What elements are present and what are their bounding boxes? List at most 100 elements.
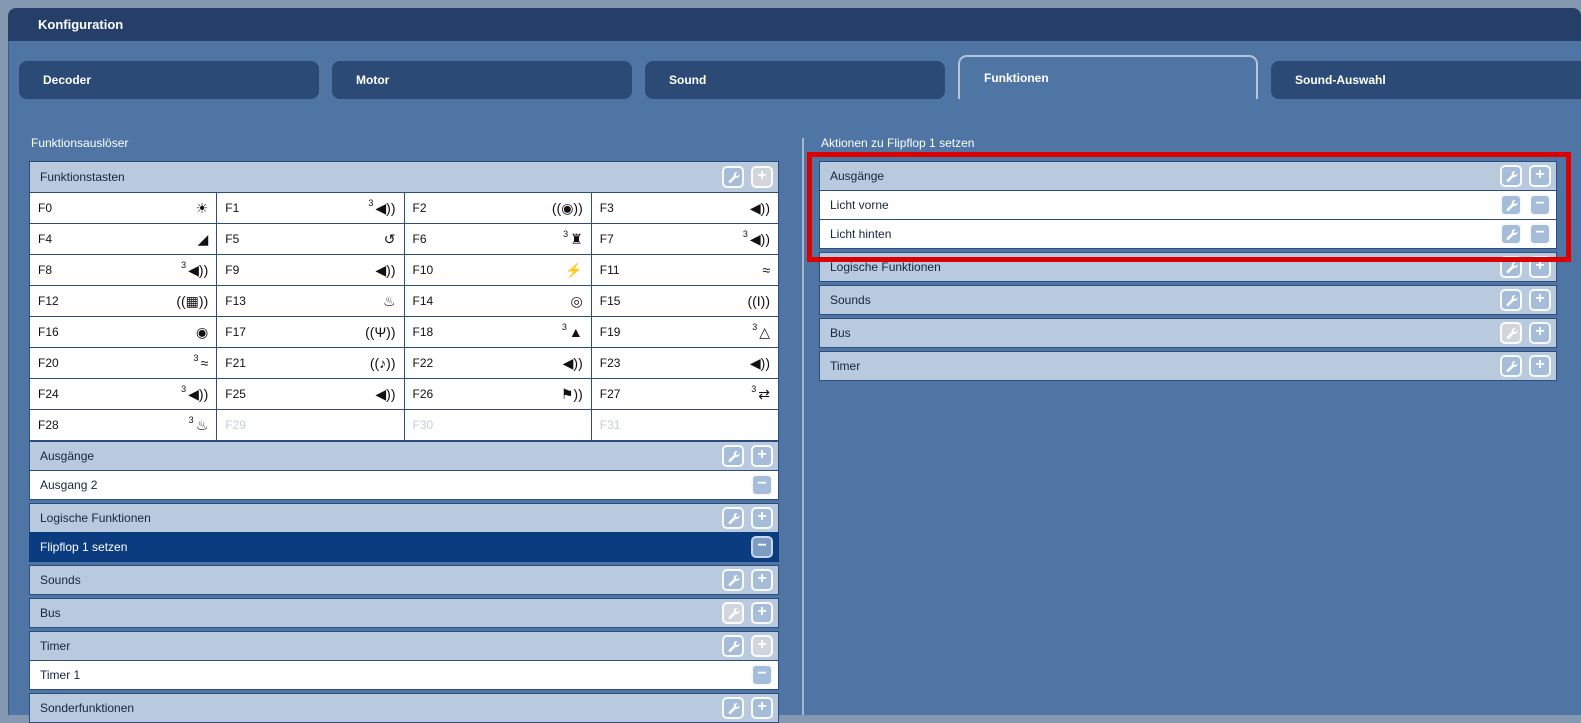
tab-decoder[interactable]: Decoder xyxy=(19,61,319,99)
wrench-button[interactable] xyxy=(722,445,744,467)
minus-button[interactable]: − xyxy=(1529,194,1551,216)
plus-button[interactable]: + xyxy=(751,635,773,657)
minus-button[interactable]: − xyxy=(751,474,773,496)
function-key-label: F9 xyxy=(225,263,239,277)
plus-button[interactable]: + xyxy=(1529,165,1551,187)
tab-funktionen[interactable]: Funktionen xyxy=(958,55,1258,99)
wrench-icon xyxy=(727,640,740,653)
left-section-sonderfunktionen[interactable]: Sonderfunktionen+ xyxy=(29,693,779,723)
plus-button[interactable]: + xyxy=(751,602,773,624)
function-key-f7[interactable]: F73◀)) xyxy=(592,224,778,254)
wrench-icon xyxy=(1505,360,1518,373)
plus-button[interactable]: + xyxy=(751,507,773,529)
right-section-timer[interactable]: Timer+ xyxy=(819,351,1557,381)
left-section-ausg-nge[interactable]: Ausgänge + xyxy=(29,441,779,471)
function-key-f23[interactable]: F23◀)) xyxy=(592,348,778,378)
left-section-logische-funktionen[interactable]: Logische Funktionen + xyxy=(29,503,779,533)
function-key-f1[interactable]: F13◀)) xyxy=(217,193,403,223)
function-key-f13[interactable]: F13♨ xyxy=(217,286,403,316)
plus-button[interactable]: + xyxy=(1529,256,1551,278)
function-key-f21[interactable]: F21((♪)) xyxy=(217,348,403,378)
wrench-button[interactable] xyxy=(1500,194,1522,216)
plus-button[interactable]: + xyxy=(751,445,773,467)
function-key-f26[interactable]: F26⚑)) xyxy=(405,379,591,409)
minus-button[interactable]: − xyxy=(1529,223,1551,245)
section-label: Logische Funktionen xyxy=(40,511,722,525)
left-item-flipflop-1-setzen[interactable]: Flipflop 1 setzen− xyxy=(29,532,779,562)
minus-icon: − xyxy=(757,666,766,682)
plus-button[interactable]: + xyxy=(751,569,773,591)
wrench-button[interactable] xyxy=(722,166,744,188)
function-table-header[interactable]: Funktionstasten+ xyxy=(30,162,778,192)
section-label: Ausgänge xyxy=(40,449,722,463)
wrench-button[interactable] xyxy=(1500,223,1522,245)
function-key-f22[interactable]: F22◀)) xyxy=(405,348,591,378)
function-key-f20[interactable]: F203≈ xyxy=(30,348,216,378)
function-key-f8[interactable]: F83◀)) xyxy=(30,255,216,285)
function-key-f14[interactable]: F14◎ xyxy=(405,286,591,316)
function-key-f6[interactable]: F63♜ xyxy=(405,224,591,254)
tab-sound[interactable]: Sound xyxy=(645,61,945,99)
wrench-button[interactable] xyxy=(1500,322,1522,344)
function-key-f24[interactable]: F243◀)) xyxy=(30,379,216,409)
plus-button[interactable]: + xyxy=(1529,289,1551,311)
section-label: Ausgang 2 xyxy=(40,478,751,492)
function-key-f10[interactable]: F10⚡ xyxy=(405,255,591,285)
right-section-logische-funktionen[interactable]: Logische Funktionen+ xyxy=(819,252,1557,282)
function-key-f0[interactable]: F0☀ xyxy=(30,193,216,223)
left-item-timer-1[interactable]: Timer 1− xyxy=(29,660,779,690)
radio-speaker-icon: ◎ xyxy=(571,294,583,308)
wrench-icon xyxy=(727,512,740,525)
antenna-icon: ((Ψ)) xyxy=(365,325,395,339)
plus-button[interactable]: + xyxy=(751,166,773,188)
minus-button[interactable]: − xyxy=(751,664,773,686)
right-section-bus[interactable]: Bus+ xyxy=(819,318,1557,348)
plus-button[interactable]: + xyxy=(1529,322,1551,344)
wrench-button[interactable] xyxy=(1500,355,1522,377)
plus-icon: + xyxy=(1535,291,1544,307)
function-key-f15[interactable]: F15((I)) xyxy=(592,286,778,316)
minus-button[interactable]: − xyxy=(751,536,773,558)
function-key-f2[interactable]: F2((◉)) xyxy=(405,193,591,223)
right-item-licht-vorne[interactable]: Licht vorne− xyxy=(819,190,1557,220)
wrench-button[interactable] xyxy=(722,697,744,719)
window-titlebar[interactable]: Konfiguration xyxy=(8,8,1581,41)
wrench-button[interactable] xyxy=(722,602,744,624)
right-section-sounds[interactable]: Sounds+ xyxy=(819,285,1557,315)
wrench-button[interactable] xyxy=(1500,165,1522,187)
left-section-timer[interactable]: Timer+ xyxy=(29,631,779,661)
left-item-ausgang-2[interactable]: Ausgang 2− xyxy=(29,470,779,500)
function-key-f17[interactable]: F17((Ψ)) xyxy=(217,317,403,347)
function-key-f16[interactable]: F16◉ xyxy=(30,317,216,347)
wrench-button[interactable] xyxy=(722,507,744,529)
left-section-sounds[interactable]: Sounds+ xyxy=(29,565,779,595)
function-key-f4[interactable]: F4◢ xyxy=(30,224,216,254)
speaker-icon: ◀)) xyxy=(375,387,395,401)
function-key-f27[interactable]: F273⇄ xyxy=(592,379,778,409)
function-key-f28[interactable]: F283♨ xyxy=(30,410,216,440)
wrench-icon xyxy=(1505,228,1518,241)
wrench-button[interactable] xyxy=(1500,256,1522,278)
plus-button[interactable]: + xyxy=(1529,355,1551,377)
right-item-licht-hinten[interactable]: Licht hinten− xyxy=(819,219,1557,249)
function-key-f19[interactable]: F193△ xyxy=(592,317,778,347)
function-key-f12[interactable]: F12((▦)) xyxy=(30,286,216,316)
right-section-ausg-nge[interactable]: Ausgänge+ xyxy=(819,161,1557,191)
plus-button[interactable]: + xyxy=(751,697,773,719)
function-key-f25[interactable]: F25◀)) xyxy=(217,379,403,409)
function-key-f5[interactable]: F5↺ xyxy=(217,224,403,254)
sound-slot-badge: 3 xyxy=(751,384,756,394)
wrench-button[interactable] xyxy=(1500,289,1522,311)
tab-motor[interactable]: Motor xyxy=(332,61,632,99)
plus-icon: + xyxy=(1535,167,1544,183)
cab-light-train-icon: 3♜ xyxy=(563,232,583,246)
left-section-bus[interactable]: Bus+ xyxy=(29,598,779,628)
wrench-button[interactable] xyxy=(722,569,744,591)
function-key-f3[interactable]: F3◀)) xyxy=(592,193,778,223)
function-key-f18[interactable]: F183▲ xyxy=(405,317,591,347)
function-key-f11[interactable]: F11≈ xyxy=(592,255,778,285)
tab-sound-auswahl[interactable]: Sound-Auswahl xyxy=(1271,61,1581,99)
wrench-button[interactable] xyxy=(722,635,744,657)
function-key-f31: F31 xyxy=(592,410,778,440)
function-key-f9[interactable]: F9◀)) xyxy=(217,255,403,285)
